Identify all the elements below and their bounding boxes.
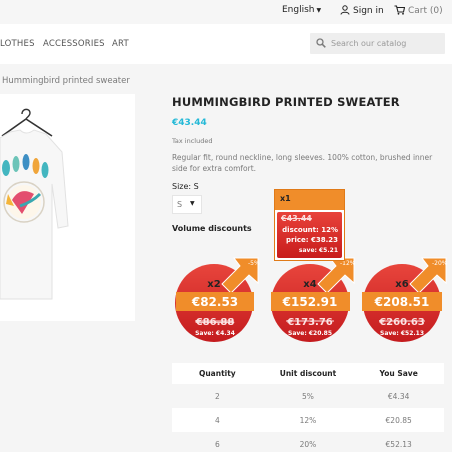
product-price: €43.44 bbox=[172, 118, 207, 128]
discount-badge-x6[interactable]: -20% x6 €208.51 €260.63 Save: €52.13 bbox=[362, 257, 448, 342]
discount-save: Save: €20.85 bbox=[288, 330, 332, 337]
discount-price: €82.53 bbox=[191, 295, 238, 309]
discount-tooltip: x1 €43.44 discount: 12% price: €38.23 sa… bbox=[274, 189, 345, 261]
cell-quantity: 6 bbox=[214, 439, 220, 449]
product-image[interactable] bbox=[0, 94, 135, 321]
discount-save: Save: €4.34 bbox=[195, 330, 235, 337]
discount-save: Save: €52.13 bbox=[380, 330, 424, 337]
discount-percent: -5% bbox=[248, 260, 260, 267]
caret-down-icon: ▼ bbox=[190, 200, 195, 207]
language-selector[interactable]: English ▼ bbox=[282, 5, 321, 15]
search-icon[interactable] bbox=[316, 38, 326, 48]
discount-old-price: €86.88 bbox=[195, 317, 235, 328]
product-title: HUMMINGBIRD PRINTED SWEATER bbox=[172, 95, 400, 109]
cell-unit-discount: 12% bbox=[262, 408, 354, 432]
discount-percent: -20% bbox=[432, 260, 448, 267]
cell-you-save: €52.13 bbox=[385, 439, 412, 449]
volume-discount-table: Quantity Unit discount You Save 2 5% €4.… bbox=[172, 363, 444, 452]
cell-quantity: 2 bbox=[214, 391, 220, 401]
cart-icon bbox=[394, 5, 405, 15]
product-description: Regular fit, round neckline, long sleeve… bbox=[172, 153, 433, 173]
discount-qty: x4 bbox=[303, 279, 316, 290]
nav-item-art[interactable]: ART bbox=[112, 39, 129, 49]
discount-percent: -12% bbox=[340, 260, 356, 267]
size-select[interactable]: S ▼ bbox=[172, 195, 202, 214]
cell-unit-discount: 20% bbox=[299, 439, 317, 449]
column-header-you-save: You Save bbox=[353, 363, 444, 384]
language-label: English bbox=[282, 5, 315, 15]
sign-in-label: Sign in bbox=[353, 6, 384, 16]
tooltip-body: €43.44 discount: 12% price: €38.23 save:… bbox=[277, 212, 342, 258]
search-input[interactable] bbox=[331, 35, 441, 52]
table-header-row: Quantity Unit discount You Save bbox=[172, 363, 444, 384]
column-header-quantity: Quantity bbox=[172, 363, 263, 384]
discount-badge-x2[interactable]: -5% x2 €82.53 €86.88 Save: €4.34 bbox=[175, 257, 260, 342]
column-header-unit-discount: Unit discount bbox=[262, 363, 354, 384]
cart-label: Cart (0) bbox=[408, 6, 443, 16]
size-label: Size: S bbox=[172, 182, 199, 191]
discount-price: €152.91 bbox=[282, 295, 338, 309]
tooltip-price: price: €38.23 bbox=[285, 236, 338, 244]
table-row: 6 20% €52.13 bbox=[172, 432, 444, 452]
user-icon bbox=[340, 5, 350, 15]
cart-link[interactable]: Cart (0) bbox=[394, 5, 443, 16]
sign-in-link[interactable]: Sign in bbox=[340, 5, 384, 16]
sweater-illustration bbox=[0, 94, 135, 321]
discount-qty: x2 bbox=[207, 279, 220, 290]
tax-label: Tax included bbox=[172, 137, 213, 145]
discount-qty: x6 bbox=[395, 279, 408, 290]
cell-unit-discount: 5% bbox=[302, 391, 314, 401]
discount-price: €208.51 bbox=[374, 295, 430, 309]
cell-you-save: €4.34 bbox=[387, 391, 410, 401]
tooltip-old-price: €43.44 bbox=[281, 214, 312, 223]
breadcrumb[interactable]: Hummingbird printed sweater bbox=[2, 76, 130, 86]
discount-badge-x4[interactable]: -12% x4 €152.91 €173.76 Save: €20.85 bbox=[271, 257, 356, 342]
volume-discounts-title: Volume discounts bbox=[172, 224, 252, 233]
tooltip-discount: discount: 12% bbox=[282, 225, 338, 234]
discount-old-price: €260.63 bbox=[378, 317, 425, 328]
nav-item-accessories[interactable]: ACCESSORIES bbox=[43, 39, 105, 49]
search-box bbox=[310, 33, 445, 54]
tooltip-save: save: €5.21 bbox=[298, 246, 338, 254]
caret-down-icon: ▼ bbox=[316, 7, 322, 14]
nav-item-clothes[interactable]: LOTHES bbox=[0, 39, 35, 49]
main-nav: LOTHES ACCESSORIES ART bbox=[0, 24, 452, 64]
tooltip-qty: x1 bbox=[275, 190, 344, 210]
top-bar: English ▼ Sign in Cart (0) bbox=[0, 0, 452, 24]
size-select-value: S bbox=[177, 200, 183, 209]
table-row: 4 12% €20.85 bbox=[172, 408, 444, 432]
table-row: 2 5% €4.34 bbox=[172, 384, 444, 408]
discount-old-price: €173.76 bbox=[286, 317, 333, 328]
cell-you-save: €20.85 bbox=[353, 408, 444, 432]
cell-quantity: 4 bbox=[172, 408, 263, 432]
